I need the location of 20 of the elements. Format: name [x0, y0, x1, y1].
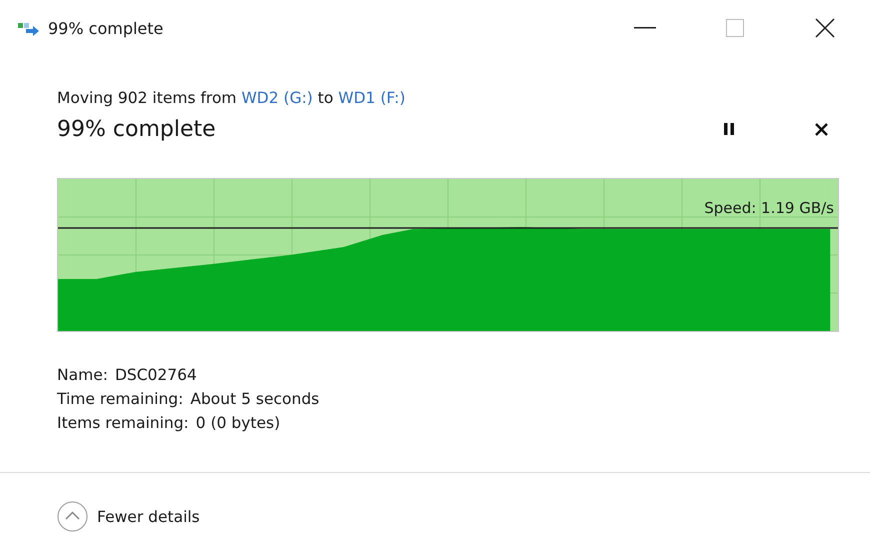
source-link[interactable]: WD2 (G:)	[241, 89, 313, 107]
move-files-icon	[18, 20, 40, 36]
detail-value: About 5 seconds	[190, 390, 320, 408]
operation-description: Moving 902 items from WD2 (G:) to WD1 (F:)	[57, 88, 406, 109]
detail-value: 0 (0 bytes)	[196, 414, 280, 432]
chevron-circle-icon	[57, 501, 88, 532]
progress-heading: 99% complete	[57, 116, 217, 142]
close-icon	[815, 18, 835, 38]
minimize-icon	[634, 27, 656, 29]
speed-reading: Speed: 1.19 GB/s	[704, 199, 834, 217]
destination-link[interactable]: WD1 (F:)	[338, 89, 406, 107]
detail-value: DSC02764	[114, 366, 197, 384]
close-icon	[814, 122, 828, 136]
pause-icon	[724, 123, 734, 135]
detail-label: Items remaining:	[57, 414, 189, 432]
window-title: 99% complete	[48, 18, 164, 38]
detail-label: Name:	[57, 366, 108, 384]
detail-label: Time remaining:	[57, 390, 184, 408]
maximize-icon	[726, 19, 744, 37]
details-toggle-button[interactable]: Fewer details	[57, 501, 200, 532]
